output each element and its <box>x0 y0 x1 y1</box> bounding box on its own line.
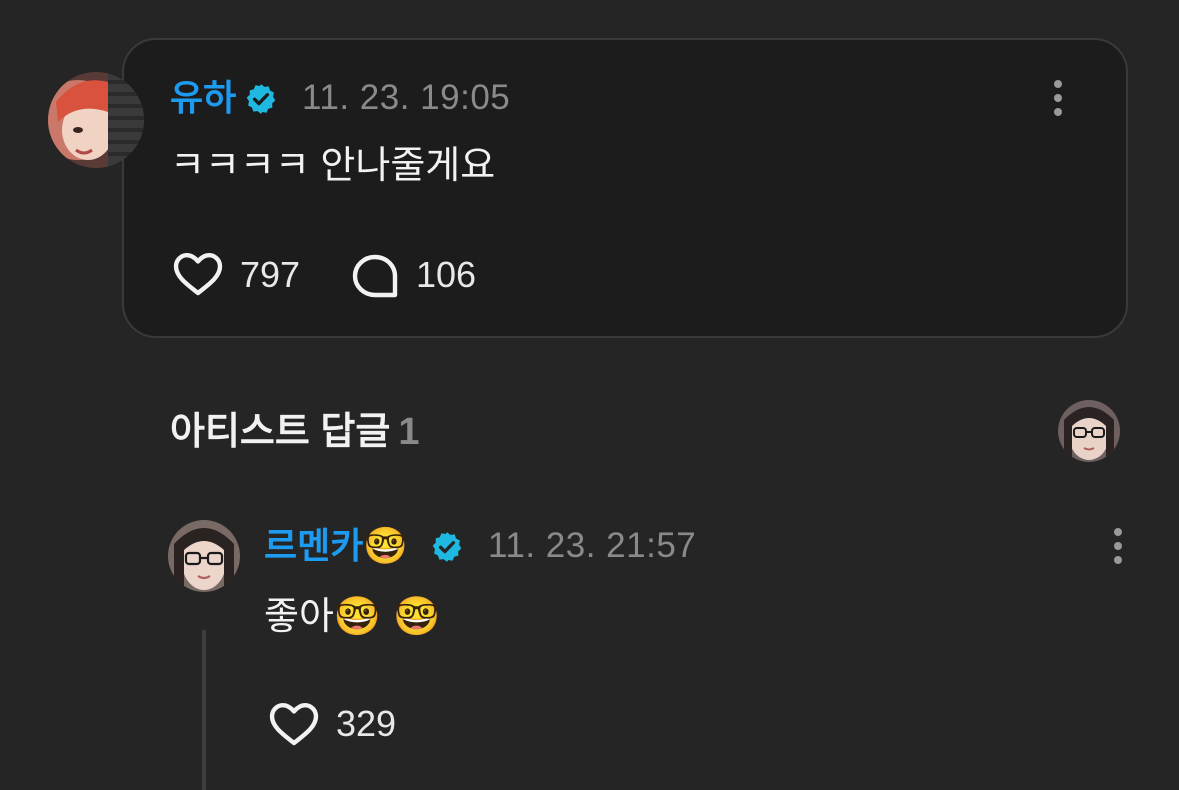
reply-timestamp: 11. 23. 21:57 <box>488 526 697 565</box>
verified-badge-icon <box>430 530 464 569</box>
reply-author-name-text: 르멘카 <box>264 525 364 566</box>
comment-author-avatar[interactable] <box>48 72 144 168</box>
comment-author-name[interactable]: 유하 <box>170 78 236 118</box>
thread-line <box>202 630 206 790</box>
reply-author-avatar[interactable] <box>168 520 240 592</box>
artist-replies-heading: 아티스트 답글 1 <box>170 410 419 454</box>
artist-replies-title: 아티스트 답글 <box>170 411 391 453</box>
reply-like-count: 329 <box>336 703 397 744</box>
comment-like-count: 797 <box>240 254 301 295</box>
reply-text-emojis: 🤓 🤓 <box>333 594 441 638</box>
reply-author-name[interactable]: 르멘카🤓 <box>264 526 408 567</box>
heart-icon[interactable] <box>268 700 320 753</box>
comment-timestamp: 11. 23. 19:05 <box>302 78 511 117</box>
comment-bubble-icon[interactable] <box>350 252 400 305</box>
artist-avatar[interactable] <box>1058 400 1120 462</box>
reply-text-body: 좋아 <box>264 596 334 638</box>
heart-icon[interactable] <box>172 250 224 303</box>
reply-text: 좋아🤓 🤓 <box>264 594 441 639</box>
reply-author-emoji: 🤓 <box>363 526 409 567</box>
verified-badge-icon <box>244 82 278 121</box>
more-options-icon[interactable] <box>1113 528 1123 570</box>
more-options-icon[interactable] <box>1053 80 1063 122</box>
artist-replies-count: 1 <box>398 411 420 453</box>
comment-text: ㅋㅋㅋㅋ 안나줄게요 <box>170 145 496 187</box>
comment-reply-count: 106 <box>416 254 477 295</box>
